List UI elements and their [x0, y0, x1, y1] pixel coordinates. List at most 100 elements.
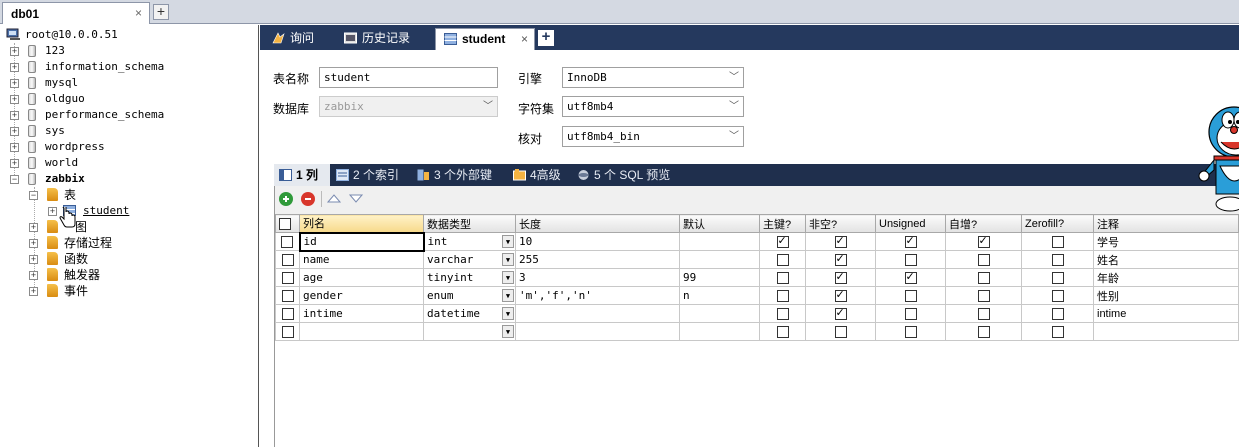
unsigned-cell[interactable]: [875, 322, 946, 341]
expand-icon[interactable]: +: [10, 111, 19, 120]
default-cell[interactable]: [679, 322, 760, 341]
tree-table-student[interactable]: + student: [48, 203, 248, 228]
header-comment[interactable]: 注释: [1093, 214, 1239, 233]
length-cell[interactable]: [515, 322, 680, 341]
data-type-cell[interactable]: datetime ▼: [423, 304, 516, 323]
close-icon[interactable]: ×: [521, 29, 528, 49]
header-unsigned[interactable]: Unsigned: [875, 214, 946, 233]
table-name-input[interactable]: student: [319, 67, 498, 88]
tree-db-zabbix[interactable]: − zabbix: [10, 171, 250, 187]
row-select-cell[interactable]: [275, 322, 300, 341]
tree-db-123[interactable]: + 123: [10, 43, 250, 59]
notnull-cell[interactable]: [805, 322, 876, 341]
tree-db-oldguo[interactable]: + oldguo: [10, 91, 250, 107]
tab-columns[interactable]: 1 列: [274, 164, 330, 186]
checkbox[interactable]: [834, 288, 847, 302]
length-cell[interactable]: 10: [515, 232, 680, 251]
tree-db-information-schema[interactable]: + information_schema: [10, 59, 250, 75]
checkbox[interactable]: [281, 235, 294, 248]
default-cell[interactable]: [679, 304, 760, 323]
header-length[interactable]: 长度: [515, 214, 680, 233]
tree-folder-triggers[interactable]: + 触发器: [29, 267, 249, 283]
unsigned-cell[interactable]: [875, 268, 946, 287]
header-auto-increment[interactable]: 自增?: [945, 214, 1022, 233]
zerofill-cell[interactable]: [1021, 268, 1094, 287]
tree-db-world[interactable]: + world: [10, 155, 250, 171]
tab-db01[interactable]: db01 ×: [2, 2, 150, 24]
chevron-down-icon[interactable]: ▼: [502, 253, 514, 266]
data-type-cell[interactable]: int ▼: [423, 232, 516, 251]
default-cell[interactable]: [679, 232, 760, 251]
row-select-cell[interactable]: [275, 250, 300, 269]
expand-icon[interactable]: +: [10, 143, 19, 152]
data-type-cell[interactable]: ▼: [423, 322, 516, 341]
table-row[interactable]: ▼: [275, 322, 1239, 341]
unsigned-cell[interactable]: [875, 250, 946, 269]
chevron-down-icon[interactable]: ▼: [502, 325, 514, 338]
unsigned-cell[interactable]: [875, 304, 946, 323]
notnull-cell[interactable]: [805, 304, 876, 323]
notnull-cell[interactable]: [805, 286, 876, 305]
checkbox[interactable]: [1051, 325, 1064, 338]
tab-foreign-keys[interactable]: 3 个外部键: [412, 164, 505, 186]
column-name-cell[interactable]: gender: [299, 286, 424, 305]
collapse-icon[interactable]: −: [29, 191, 38, 200]
length-cell[interactable]: 'm','f','n': [515, 286, 680, 305]
checkbox[interactable]: [904, 234, 917, 248]
tree-db-performance-schema[interactable]: + performance_schema: [10, 107, 250, 123]
columns-grid[interactable]: 列名 数据类型 长度 默认 主键? 非空? Unsigned 自增? Zerof…: [274, 214, 1239, 447]
table-row[interactable]: genderenum ▼'m','f','n'n 性别: [275, 286, 1239, 305]
tab-query[interactable]: 询问: [264, 28, 332, 50]
header-default[interactable]: 默认: [679, 214, 760, 233]
header-select-all[interactable]: [275, 214, 300, 233]
expand-icon[interactable]: +: [29, 271, 38, 280]
chevron-down-icon[interactable]: ▼: [502, 235, 514, 248]
row-select-cell[interactable]: [275, 286, 300, 305]
checkbox[interactable]: [1051, 235, 1064, 248]
data-type-cell[interactable]: tinyint ▼: [423, 268, 516, 287]
pk-cell[interactable]: [759, 286, 806, 305]
column-name-cell[interactable]: name: [299, 250, 424, 269]
checkbox[interactable]: [904, 307, 917, 320]
tab-advanced[interactable]: 4高级: [508, 164, 572, 186]
checkbox[interactable]: [977, 307, 990, 320]
row-select-cell[interactable]: [275, 232, 300, 251]
ai-cell[interactable]: [945, 232, 1022, 251]
tree-folder-procedures[interactable]: + 存储过程: [29, 235, 249, 251]
move-down-icon[interactable]: [349, 192, 363, 204]
comment-cell[interactable]: 学号: [1093, 232, 1239, 251]
expand-icon[interactable]: +: [10, 63, 19, 72]
length-cell[interactable]: [515, 304, 680, 323]
checkbox[interactable]: [1051, 289, 1064, 302]
database-select[interactable]: zabbix ﹀: [319, 96, 498, 117]
checkbox[interactable]: [977, 253, 990, 266]
header-column-name[interactable]: 列名: [299, 214, 424, 233]
ai-cell[interactable]: [945, 286, 1022, 305]
zerofill-cell[interactable]: [1021, 322, 1094, 341]
checkbox[interactable]: [834, 306, 847, 320]
tab-sql-preview[interactable]: 5 个 SQL 预览: [572, 164, 684, 186]
default-cell[interactable]: n: [679, 286, 760, 305]
zerofill-cell[interactable]: [1021, 250, 1094, 269]
checkbox[interactable]: [281, 253, 294, 266]
unsigned-cell[interactable]: [875, 232, 946, 251]
object-browser-tree[interactable]: root@10.0.0.51 + 123 + information_schem…: [0, 25, 259, 447]
expand-icon[interactable]: +: [10, 95, 19, 104]
comment-cell[interactable]: [1093, 322, 1239, 341]
checkbox[interactable]: [776, 307, 789, 320]
checkbox[interactable]: [834, 325, 847, 338]
checkbox[interactable]: [776, 234, 789, 248]
default-cell[interactable]: 99: [679, 268, 760, 287]
tree-folder-functions[interactable]: + 函数: [29, 251, 249, 267]
default-cell[interactable]: [679, 250, 760, 269]
ai-cell[interactable]: [945, 268, 1022, 287]
pk-cell[interactable]: [759, 322, 806, 341]
move-up-icon[interactable]: [327, 192, 341, 204]
unsigned-cell[interactable]: [875, 286, 946, 305]
table-row[interactable]: namevarchar ▼255 姓名: [275, 250, 1239, 269]
checkbox[interactable]: [904, 270, 917, 284]
expand-icon[interactable]: +: [10, 79, 19, 88]
column-name-cell[interactable]: intime: [299, 304, 424, 323]
zerofill-cell[interactable]: [1021, 286, 1094, 305]
checkbox[interactable]: [1051, 253, 1064, 266]
